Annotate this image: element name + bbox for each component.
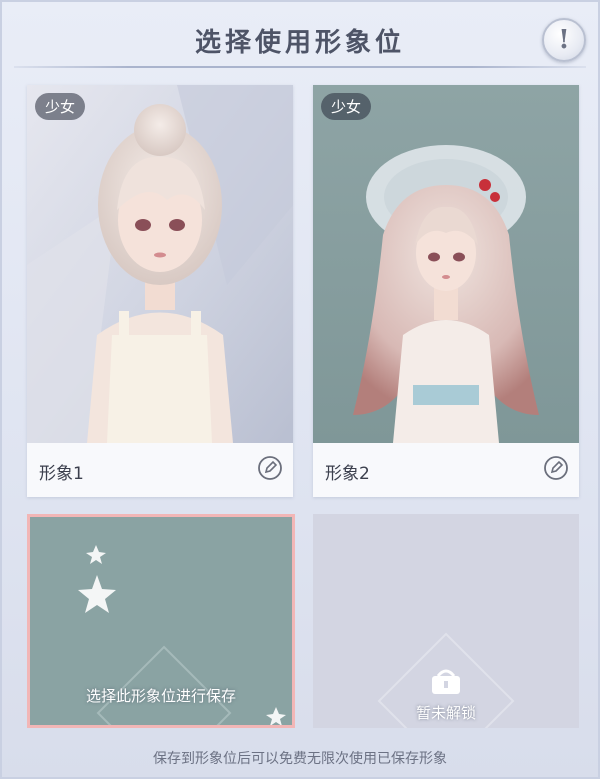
locked-slot-label: 暂未解锁 [415, 704, 476, 722]
empty-slot-label: 选择此形象位进行保存 [85, 687, 236, 705]
avatar-preview-1: 少女 [27, 85, 293, 443]
info-button[interactable]: ! [542, 18, 586, 62]
avatar-slot-card-1[interactable]: 少女 形象1 [27, 85, 293, 497]
card-footer-2: 形象2 [313, 443, 579, 497]
lock-icon [432, 669, 460, 694]
empty-avatar-slot[interactable]: 选择此形象位进行保存 [27, 514, 295, 728]
locked-avatar-slot: 暂未解锁 [313, 514, 579, 728]
avatar-girl-illustration-1 [27, 85, 293, 443]
title-divider [14, 66, 586, 68]
page-title: 选择使用形象位 [194, 28, 405, 58]
category-badge-1: 少女 [35, 93, 86, 120]
edit-icon[interactable] [257, 455, 283, 481]
avatar-slot-name-2: 形象2 [325, 464, 370, 484]
avatar-girl-illustration-2 [313, 85, 579, 443]
info-icon: ! [558, 25, 570, 55]
footnote-text: 保存到形象位后可以免费无限次使用已保存形象 [153, 751, 447, 767]
avatar-preview-2: 少女 [313, 85, 579, 443]
avatar-slot-name-1: 形象1 [39, 464, 84, 484]
category-badge-2: 少女 [321, 93, 372, 120]
edit-icon[interactable] [543, 455, 569, 481]
avatar-slot-card-2[interactable]: 少女 形象2 [313, 85, 579, 497]
card-footer-1: 形象1 [27, 443, 293, 497]
